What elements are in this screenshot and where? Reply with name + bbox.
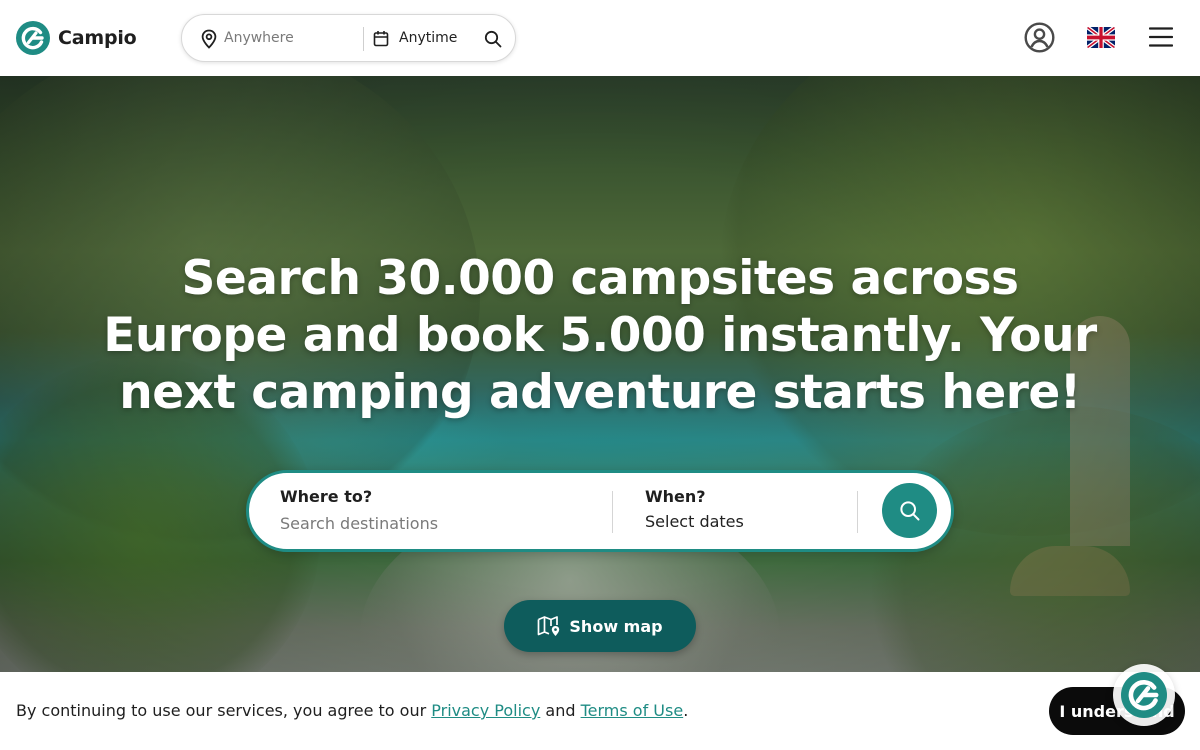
- search-divider: [612, 491, 613, 533]
- privacy-policy-link[interactable]: Privacy Policy: [431, 701, 540, 720]
- map-pin-icon: [538, 616, 560, 636]
- campio-chat-icon: [1121, 672, 1167, 718]
- when-label: When?: [645, 487, 706, 506]
- terms-of-use-link[interactable]: Terms of Use: [581, 701, 684, 720]
- search-icon: [899, 500, 919, 520]
- header-search-divider: [363, 27, 364, 51]
- calendar-icon: [373, 31, 389, 47]
- header-search-where[interactable]: Anywhere: [224, 30, 294, 46]
- search-icon[interactable]: [484, 30, 502, 48]
- show-map-button[interactable]: Show map: [504, 600, 696, 652]
- header-search-when[interactable]: Anytime: [399, 30, 457, 46]
- campio-logo[interactable]: Campio: [16, 21, 137, 55]
- brand-name: Campio: [58, 27, 137, 49]
- site-header: Campio Anywhere Anytime: [0, 0, 1200, 76]
- destination-search-input[interactable]: [280, 511, 600, 535]
- hamburger-menu-icon[interactable]: [1149, 26, 1173, 48]
- where-label: Where to?: [280, 487, 373, 506]
- search-submit-button[interactable]: [882, 483, 937, 538]
- user-profile-icon[interactable]: [1024, 22, 1055, 53]
- location-pin-icon: [201, 29, 217, 49]
- chat-support-button[interactable]: [1113, 664, 1175, 726]
- header-search-bar[interactable]: Anywhere Anytime: [181, 14, 516, 62]
- uk-flag-icon[interactable]: [1087, 27, 1115, 48]
- show-map-label: Show map: [569, 616, 663, 636]
- cookie-message: By continuing to use our services, you a…: [16, 701, 689, 720]
- main-search-bar: Where to? When? Select dates: [246, 470, 954, 552]
- hero-section: Search 30.000 campsites across Europe an…: [0, 76, 1200, 750]
- search-divider: [857, 491, 858, 533]
- hero-headline: Search 30.000 campsites across Europe an…: [103, 251, 1097, 420]
- cookie-consent-bar: By continuing to use our services, you a…: [0, 672, 1200, 750]
- date-picker-field[interactable]: Select dates: [645, 512, 744, 531]
- campio-logo-icon: [16, 21, 50, 55]
